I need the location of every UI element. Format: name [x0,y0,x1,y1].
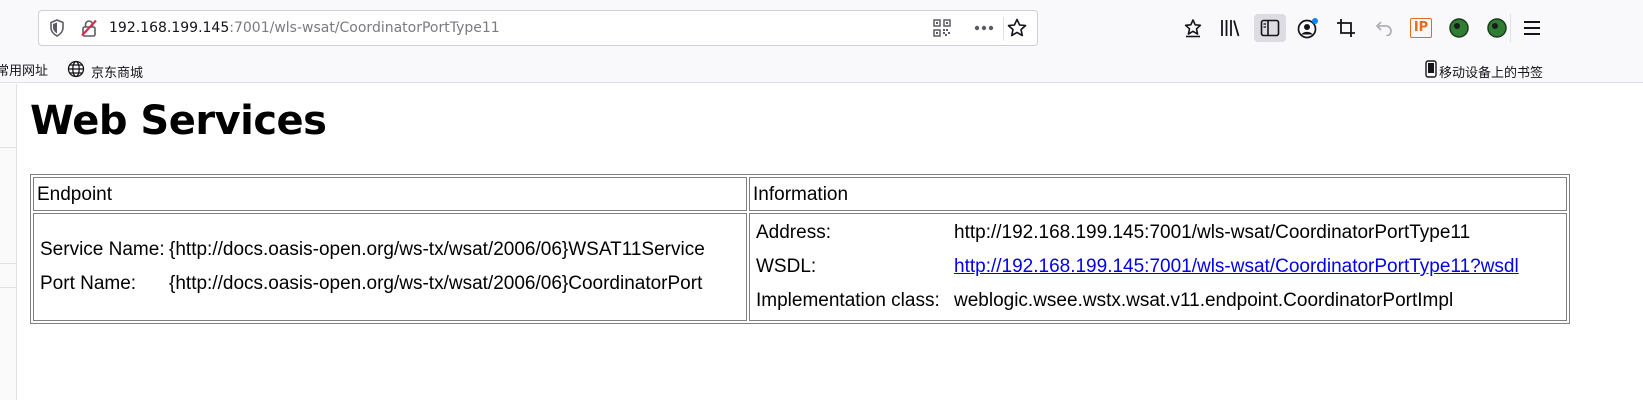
menu-icon[interactable] [1520,16,1544,40]
phone-icon [1425,60,1437,82]
port-name-row: Port Name: {http://docs.oasis-open.org/w… [40,267,740,301]
url-host: 192.168.199.145 [109,20,230,36]
address-label: Address: [756,222,831,243]
bookmark-common-sites[interactable]: 常用网址 [0,60,48,79]
wsdl-label: WSDL: [756,256,817,277]
bookmarks-bar: 常用网址 京东商城 移动设备上的书签 [0,55,1643,83]
address-value: http://192.168.199.145:7001/wls-wsat/Coo… [954,222,1471,243]
endpoint-header: Endpoint [33,177,747,211]
page-content: Web Services Endpoint Information Servic… [30,84,1643,400]
bookmark-star-icon[interactable] [1007,18,1027,38]
reader-star-icon[interactable] [1181,16,1205,40]
globe-icon [67,60,85,82]
browser-toolbar: 192.168.199.145:7001/wls-wsat/Coordinato… [0,0,1643,55]
service-name-value: {http://docs.oasis-open.org/ws-tx/wsat/2… [169,239,705,260]
more-icon[interactable] [974,18,994,38]
wsdl-row: WSDL: http://192.168.199.145:7001/wls-ws… [756,250,1560,284]
table-row: Service Name: {http://docs.oasis-open.or… [33,213,1567,321]
wsdl-link[interactable]: http://192.168.199.145:7001/wls-wsat/Coo… [954,250,1519,284]
port-name-value: {http://docs.oasis-open.org/ws-tx/wsat/2… [169,273,703,294]
address-row: Address: http://192.168.199.145:7001/wls… [756,216,1560,250]
bookmark-label: 京东商城 [91,65,144,81]
extension-icon-2[interactable] [1485,16,1509,40]
bookmark-label: 常用网址 [0,64,49,79]
account-icon[interactable] [1296,16,1320,40]
qr-code-icon[interactable] [932,18,952,38]
url-path: :7001/wls-wsat/CoordinatorPortType11 [229,20,500,36]
table-header-row: Endpoint Information [33,177,1567,211]
library-icon[interactable] [1218,16,1242,40]
url-bar[interactable]: 192.168.199.145:7001/wls-wsat/Coordinato… [38,10,1038,46]
web-services-table: Endpoint Information Service Name: {http… [30,174,1570,324]
information-cell: Address: http://192.168.199.145:7001/wls… [749,213,1567,321]
sidebar-icon[interactable] [1254,14,1286,42]
url-text[interactable]: 192.168.199.145:7001/wls-wsat/Coordinato… [109,20,500,36]
insecure-lock-icon[interactable] [79,18,99,38]
undo-icon[interactable] [1372,16,1396,40]
service-name-label: Service Name: [40,239,165,260]
page-title: Web Services [30,98,327,144]
implementation-class-value: weblogic.wsee.wstx.wsat.v11.endpoint.Coo… [954,290,1454,311]
url-separator [1003,17,1004,41]
sidebar-segment [0,264,16,288]
mobile-bookmarks-label: 移动设备上的书签 [1439,65,1544,81]
sidebar-segment [0,84,16,148]
shield-icon[interactable] [47,18,67,38]
ip-extension-icon[interactable]: IP [1409,16,1433,40]
mobile-bookmarks[interactable]: 移动设备上的书签 [1425,60,1543,82]
bookmark-jd[interactable]: 京东商城 [67,60,143,82]
extension-icon[interactable] [1447,16,1471,40]
sidebar-panel [0,84,17,400]
screenshot-icon[interactable] [1334,16,1358,40]
service-name-row: Service Name: {http://docs.oasis-open.or… [40,233,740,267]
information-header: Information [749,177,1567,211]
implementation-class-row: Implementation class: weblogic.wsee.wstx… [756,284,1560,318]
endpoint-cell: Service Name: {http://docs.oasis-open.or… [33,213,747,321]
port-name-label: Port Name: [40,273,137,294]
sidebar-segment [0,148,16,264]
toolbar-separator [1510,14,1511,42]
implementation-class-label: Implementation class: [756,290,940,311]
ip-label: IP [1410,18,1432,38]
